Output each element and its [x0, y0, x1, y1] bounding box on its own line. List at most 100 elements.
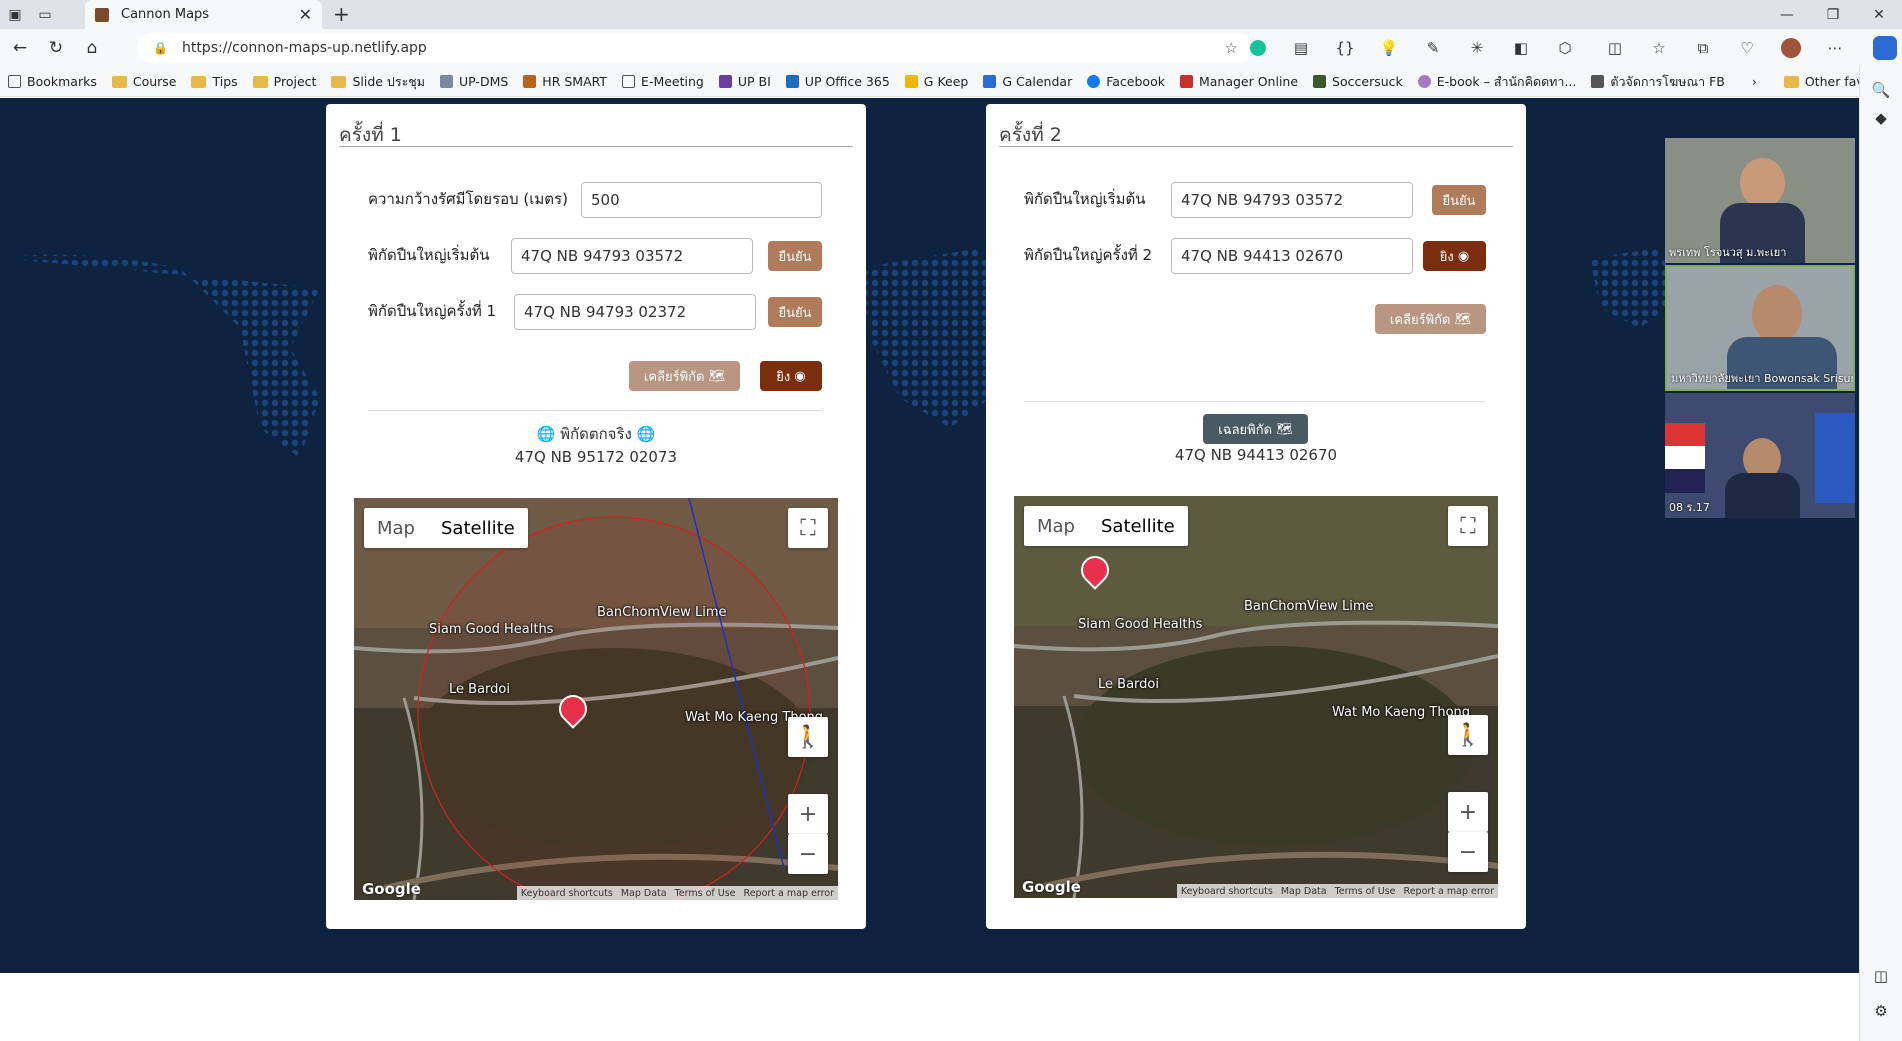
json-icon[interactable]: {}	[1330, 32, 1360, 64]
gear-ext-icon[interactable]: ✳	[1462, 32, 1492, 64]
favorites-icon[interactable]: ☆	[1644, 32, 1674, 64]
split-screen-icon[interactable]: ◫	[1600, 32, 1630, 64]
radius-input[interactable]: 500	[581, 182, 822, 218]
bulb-icon[interactable]: 💡	[1374, 32, 1404, 64]
solve-coords-button[interactable]: เฉลยพิกัด 🗺	[1203, 414, 1308, 444]
extension2-icon[interactable]: ◧	[1506, 32, 1536, 64]
collections-icon[interactable]: ⧉	[1688, 32, 1718, 64]
workspaces-icon[interactable]: ▣	[0, 0, 30, 29]
url-field[interactable]: 🔒 https://connon-maps-up.netlify.app ☆	[137, 33, 1252, 63]
map-type-map[interactable]: Map	[364, 508, 428, 548]
bookmark-item[interactable]: Manager Online	[1179, 74, 1298, 89]
zoom-out-icon[interactable]: −	[1448, 832, 1488, 872]
poi-label[interactable]: Siam Good Healths	[1078, 617, 1202, 632]
pen-icon[interactable]: ✎	[1418, 32, 1448, 64]
start-coord-input[interactable]: 47Q NB 94793 03572	[1171, 182, 1413, 218]
tab-actions-icon[interactable]: ▭	[30, 0, 60, 29]
map-round2[interactable]: Map Satellite ⛶ Siam Good Healths BanCho…	[1014, 496, 1498, 898]
clear-coords-button[interactable]: เคลียร์พิกัด 🗺	[629, 361, 740, 391]
bookmark-item[interactable]: E-Meeting	[622, 74, 704, 89]
health-icon[interactable]: ♡	[1732, 32, 1762, 64]
map-attribution: Keyboard shortcuts Map Data Terms of Use…	[1176, 884, 1498, 898]
zoom-in-icon[interactable]: +	[788, 794, 828, 834]
terms-link[interactable]: Terms of Use	[1335, 886, 1396, 897]
fire-button[interactable]: ยิง ◉	[760, 361, 822, 391]
home-icon[interactable]: ⌂	[76, 32, 108, 64]
poi-label[interactable]: Le Bardoi	[449, 682, 510, 697]
bookmark-item[interactable]: UP BI	[718, 74, 771, 89]
round1-card: ครั้งที่ 1 ความกว้างรัศมีโดยรอบ (เมตร) 5…	[326, 104, 866, 929]
copilot-icon[interactable]	[1870, 32, 1900, 64]
bookmark-item[interactable]: Project	[252, 74, 316, 89]
bookmark-item[interactable]: Facebook	[1087, 74, 1165, 89]
video-tile[interactable]: พรเทพ โรจนวสุ ม.พะเยา	[1665, 138, 1855, 263]
bookmark-item[interactable]: Soccersuck	[1313, 74, 1403, 89]
favorite-star-icon[interactable]: ☆	[1225, 39, 1238, 57]
video-tile[interactable]: 08 ร.17	[1665, 393, 1855, 518]
extension-icon[interactable]: ▤	[1286, 32, 1316, 64]
bookmark-item[interactable]: G Calendar	[983, 74, 1072, 89]
bookmark-item[interactable]: UP Office 365	[785, 74, 890, 89]
close-window-icon[interactable]: ✕	[1856, 0, 1902, 29]
avatar[interactable]	[1776, 32, 1806, 64]
map-data-link[interactable]: Map Data	[1281, 886, 1327, 897]
poi-label[interactable]: BanChomView Lime	[597, 605, 727, 620]
shot1-coord-input[interactable]: 47Q NB 94793 02372	[514, 294, 756, 330]
new-tab-icon[interactable]: +	[333, 2, 350, 26]
more-icon[interactable]: ⋯	[1820, 32, 1850, 64]
close-tab-icon[interactable]: ✕	[299, 5, 312, 24]
zoom-in-icon[interactable]: +	[1448, 792, 1488, 832]
settings-icon[interactable]: ⚙	[1870, 1000, 1892, 1022]
bookmark-item[interactable]: Course	[111, 74, 176, 89]
bookmark-item[interactable]: HR SMART	[523, 74, 607, 89]
report-error-link[interactable]: Report a map error	[744, 888, 834, 899]
map-type-satellite[interactable]: Satellite	[428, 508, 528, 548]
map-attribution: Keyboard shortcuts Map Data Terms of Use…	[516, 886, 838, 900]
map-round1[interactable]: Map Satellite ⛶ Siam Good Healths BanCho…	[354, 498, 838, 900]
search-icon[interactable]: 🔍	[1870, 79, 1892, 101]
map-type-satellite[interactable]: Satellite	[1088, 506, 1188, 546]
bookmark-item[interactable]: E-book – สำนักคิดดทา...	[1417, 72, 1576, 92]
bookmark-item[interactable]: Tips	[191, 74, 238, 89]
map-data-link[interactable]: Map Data	[621, 888, 667, 899]
fullscreen-icon[interactable]: ⛶	[1448, 506, 1488, 546]
street-view-icon[interactable]: 🚶	[1448, 715, 1488, 755]
participant-name: มหาวิทยาลัยพะเยา Bowonsak Srisungs...	[1671, 372, 1853, 385]
start-coord-input[interactable]: 47Q NB 94793 03572	[511, 238, 753, 274]
browser-tab[interactable]: Cannon Maps ✕	[85, 0, 322, 29]
lock-icon: 🔒	[153, 41, 168, 55]
poi-label[interactable]: Le Bardoi	[1098, 677, 1159, 692]
bookmark-item[interactable]: Bookmarks	[8, 74, 97, 89]
clear-coords-button[interactable]: เคลียร์พิกัด 🗺	[1375, 304, 1486, 334]
bookmark-item[interactable]: G Keep	[904, 74, 968, 89]
map-type-map[interactable]: Map	[1024, 506, 1088, 546]
poi-label[interactable]: Siam Good Healths	[429, 622, 553, 637]
participant-name: พรเทพ โรจนวสุ ม.พะเยา	[1669, 246, 1787, 259]
poi-label[interactable]: BanChomView Lime	[1244, 599, 1374, 614]
report-error-link[interactable]: Report a map error	[1404, 886, 1494, 897]
confirm-shot1-button[interactable]: ยืนยัน	[768, 297, 822, 327]
street-view-icon[interactable]: 🚶	[788, 717, 828, 757]
grammarly-icon[interactable]	[1243, 32, 1273, 64]
keyboard-shortcuts-link[interactable]: Keyboard shortcuts	[521, 888, 613, 899]
keyboard-shortcuts-link[interactable]: Keyboard shortcuts	[1181, 886, 1273, 897]
video-tile-active[interactable]: มหาวิทยาลัยพะเยา Bowonsak Srisungs...	[1665, 265, 1855, 391]
fire-button[interactable]: ยิง ◉	[1423, 241, 1486, 271]
discover-icon[interactable]: ◆	[1870, 107, 1892, 129]
bookmark-item[interactable]: ตัวจัดการโฆษณา FB	[1591, 72, 1725, 92]
bookmark-item[interactable]: UP-DMS	[440, 74, 508, 89]
refresh-icon[interactable]: ↻	[40, 32, 72, 64]
bookmark-item[interactable]: Slide ประชุม	[331, 72, 425, 92]
fullscreen-icon[interactable]: ⛶	[788, 508, 828, 548]
shot2-coord-input[interactable]: 47Q NB 94413 02670	[1171, 238, 1413, 274]
back-icon[interactable]: ←	[4, 32, 36, 64]
terms-link[interactable]: Terms of Use	[675, 888, 736, 899]
puzzle-icon[interactable]: ⬡	[1550, 32, 1580, 64]
sidebar-toggle-icon[interactable]: ◫	[1870, 965, 1892, 987]
confirm-start-button[interactable]: ยืนยัน	[768, 241, 822, 271]
bookmarks-overflow-icon[interactable]: ›	[1752, 74, 1757, 89]
zoom-out-icon[interactable]: −	[788, 834, 828, 874]
confirm-start-button[interactable]: ยืนยัน	[1432, 185, 1486, 215]
minimize-icon[interactable]: —	[1764, 0, 1810, 29]
maximize-icon[interactable]: ❐	[1810, 0, 1856, 29]
